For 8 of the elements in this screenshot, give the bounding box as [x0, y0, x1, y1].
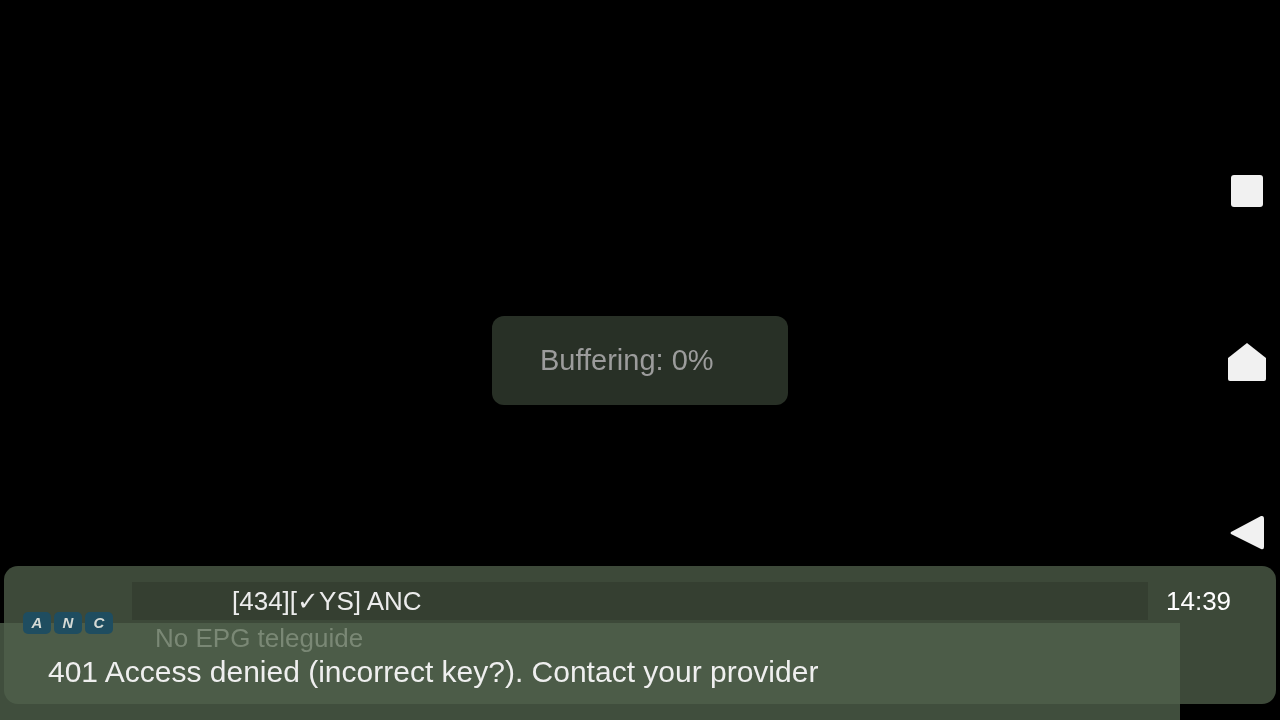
recents-icon: [1231, 175, 1263, 207]
clock-time: 14:39: [1166, 586, 1232, 616]
back-icon: [1230, 515, 1264, 551]
channel-logo: A N C: [23, 612, 113, 634]
channel-title: [434][✓YS] ANC: [232, 586, 422, 616]
home-icon: [1227, 342, 1267, 382]
error-message: 401 Access denied (incorrect key?). Contact your provider: [48, 654, 819, 689]
buffering-text: Buffering: 0%: [540, 343, 714, 377]
